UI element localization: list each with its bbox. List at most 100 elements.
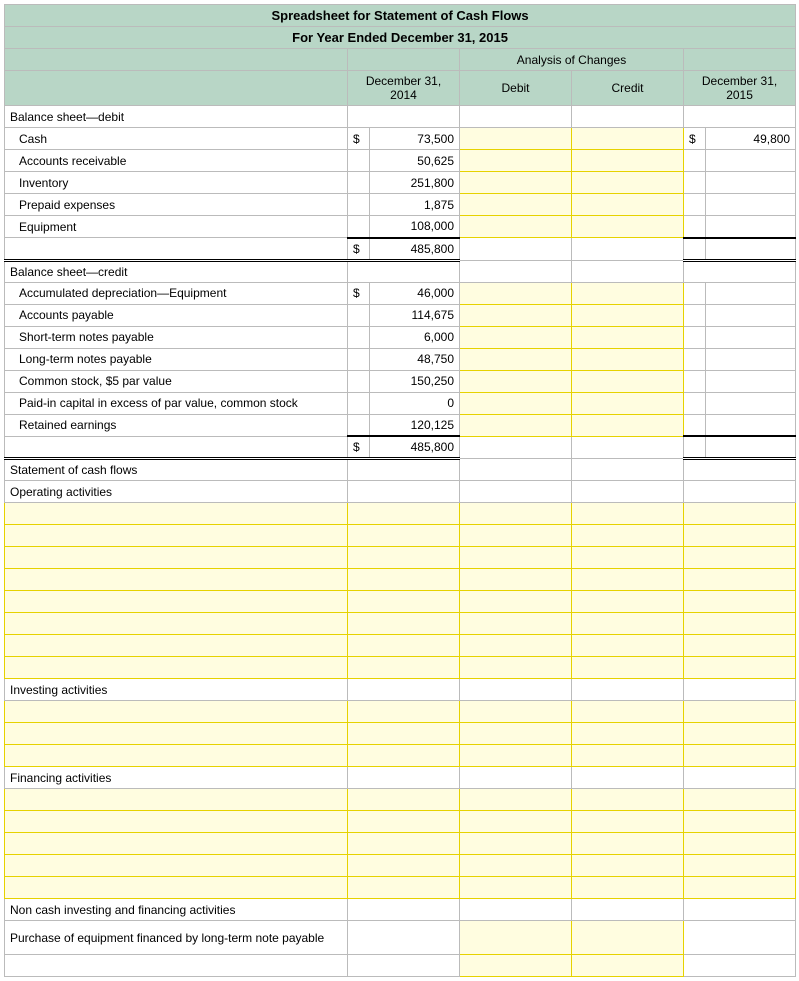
op-2015-6[interactable]	[684, 613, 796, 635]
inv-debit-3[interactable]	[460, 745, 572, 767]
inv-credit-1[interactable]	[572, 701, 684, 723]
fin-debit-2[interactable]	[460, 811, 572, 833]
fin-debit-4[interactable]	[460, 855, 572, 877]
debit-bottom[interactable]	[460, 955, 572, 977]
fin-debit-5[interactable]	[460, 877, 572, 899]
op-2014-5[interactable]	[348, 591, 460, 613]
inv-credit-2[interactable]	[572, 723, 684, 745]
debit-eq[interactable]	[460, 216, 572, 238]
inv-2014-1[interactable]	[348, 701, 460, 723]
op-credit-7[interactable]	[572, 635, 684, 657]
op-debit-4[interactable]	[460, 569, 572, 591]
fin-2014-4[interactable]	[348, 855, 460, 877]
inv-label-3[interactable]	[5, 745, 348, 767]
op-debit-8[interactable]	[460, 657, 572, 679]
op-label-6[interactable]	[5, 613, 348, 635]
fin-debit-3[interactable]	[460, 833, 572, 855]
fin-2014-3[interactable]	[348, 833, 460, 855]
credit-ap[interactable]	[572, 304, 684, 326]
inv-label-1[interactable]	[5, 701, 348, 723]
fin-credit-3[interactable]	[572, 833, 684, 855]
op-debit-3[interactable]	[460, 547, 572, 569]
op-2014-4[interactable]	[348, 569, 460, 591]
op-label-8[interactable]	[5, 657, 348, 679]
op-debit-7[interactable]	[460, 635, 572, 657]
credit-pre[interactable]	[572, 194, 684, 216]
credit-ar[interactable]	[572, 150, 684, 172]
credit-eq[interactable]	[572, 216, 684, 238]
debit-purchase-note[interactable]	[460, 921, 572, 955]
credit-stnp[interactable]	[572, 326, 684, 348]
op-credit-4[interactable]	[572, 569, 684, 591]
debit-re[interactable]	[460, 414, 572, 436]
op-label-3[interactable]	[5, 547, 348, 569]
inv-2015-2[interactable]	[684, 723, 796, 745]
fin-label-1[interactable]	[5, 789, 348, 811]
op-label-1[interactable]	[5, 503, 348, 525]
debit-pic[interactable]	[460, 392, 572, 414]
fin-label-3[interactable]	[5, 833, 348, 855]
op-debit-1[interactable]	[460, 503, 572, 525]
op-2015-4[interactable]	[684, 569, 796, 591]
fin-credit-2[interactable]	[572, 811, 684, 833]
fin-2015-2[interactable]	[684, 811, 796, 833]
fin-2015-5[interactable]	[684, 877, 796, 899]
inv-credit-3[interactable]	[572, 745, 684, 767]
op-credit-6[interactable]	[572, 613, 684, 635]
op-2014-7[interactable]	[348, 635, 460, 657]
debit-stnp[interactable]	[460, 326, 572, 348]
credit-pic[interactable]	[572, 392, 684, 414]
op-debit-2[interactable]	[460, 525, 572, 547]
fin-2014-5[interactable]	[348, 877, 460, 899]
inv-debit-1[interactable]	[460, 701, 572, 723]
debit-accdep[interactable]	[460, 282, 572, 304]
credit-purchase-note[interactable]	[572, 921, 684, 955]
op-debit-5[interactable]	[460, 591, 572, 613]
op-2014-1[interactable]	[348, 503, 460, 525]
fin-label-4[interactable]	[5, 855, 348, 877]
op-2014-3[interactable]	[348, 547, 460, 569]
debit-ltnp[interactable]	[460, 348, 572, 370]
op-2015-7[interactable]	[684, 635, 796, 657]
op-2015-8[interactable]	[684, 657, 796, 679]
debit-ar[interactable]	[460, 150, 572, 172]
fin-label-2[interactable]	[5, 811, 348, 833]
fin-2015-1[interactable]	[684, 789, 796, 811]
fin-credit-4[interactable]	[572, 855, 684, 877]
fin-2015-4[interactable]	[684, 855, 796, 877]
op-2015-2[interactable]	[684, 525, 796, 547]
op-2015-3[interactable]	[684, 547, 796, 569]
op-label-5[interactable]	[5, 591, 348, 613]
debit-cs[interactable]	[460, 370, 572, 392]
credit-inv[interactable]	[572, 172, 684, 194]
fin-label-5[interactable]	[5, 877, 348, 899]
inv-debit-2[interactable]	[460, 723, 572, 745]
inv-2015-1[interactable]	[684, 701, 796, 723]
fin-2014-1[interactable]	[348, 789, 460, 811]
credit-ltnp[interactable]	[572, 348, 684, 370]
credit-re[interactable]	[572, 414, 684, 436]
debit-cash[interactable]	[460, 128, 572, 150]
debit-pre[interactable]	[460, 194, 572, 216]
op-credit-5[interactable]	[572, 591, 684, 613]
op-credit-8[interactable]	[572, 657, 684, 679]
fin-debit-1[interactable]	[460, 789, 572, 811]
credit-bottom[interactable]	[572, 955, 684, 977]
op-credit-1[interactable]	[572, 503, 684, 525]
op-2014-8[interactable]	[348, 657, 460, 679]
debit-inv[interactable]	[460, 172, 572, 194]
credit-cs[interactable]	[572, 370, 684, 392]
debit-ap[interactable]	[460, 304, 572, 326]
op-credit-2[interactable]	[572, 525, 684, 547]
fin-2014-2[interactable]	[348, 811, 460, 833]
inv-2014-3[interactable]	[348, 745, 460, 767]
fin-credit-5[interactable]	[572, 877, 684, 899]
op-2014-2[interactable]	[348, 525, 460, 547]
op-2015-1[interactable]	[684, 503, 796, 525]
op-credit-3[interactable]	[572, 547, 684, 569]
inv-2014-2[interactable]	[348, 723, 460, 745]
fin-credit-1[interactable]	[572, 789, 684, 811]
op-debit-6[interactable]	[460, 613, 572, 635]
op-label-2[interactable]	[5, 525, 348, 547]
op-2015-5[interactable]	[684, 591, 796, 613]
